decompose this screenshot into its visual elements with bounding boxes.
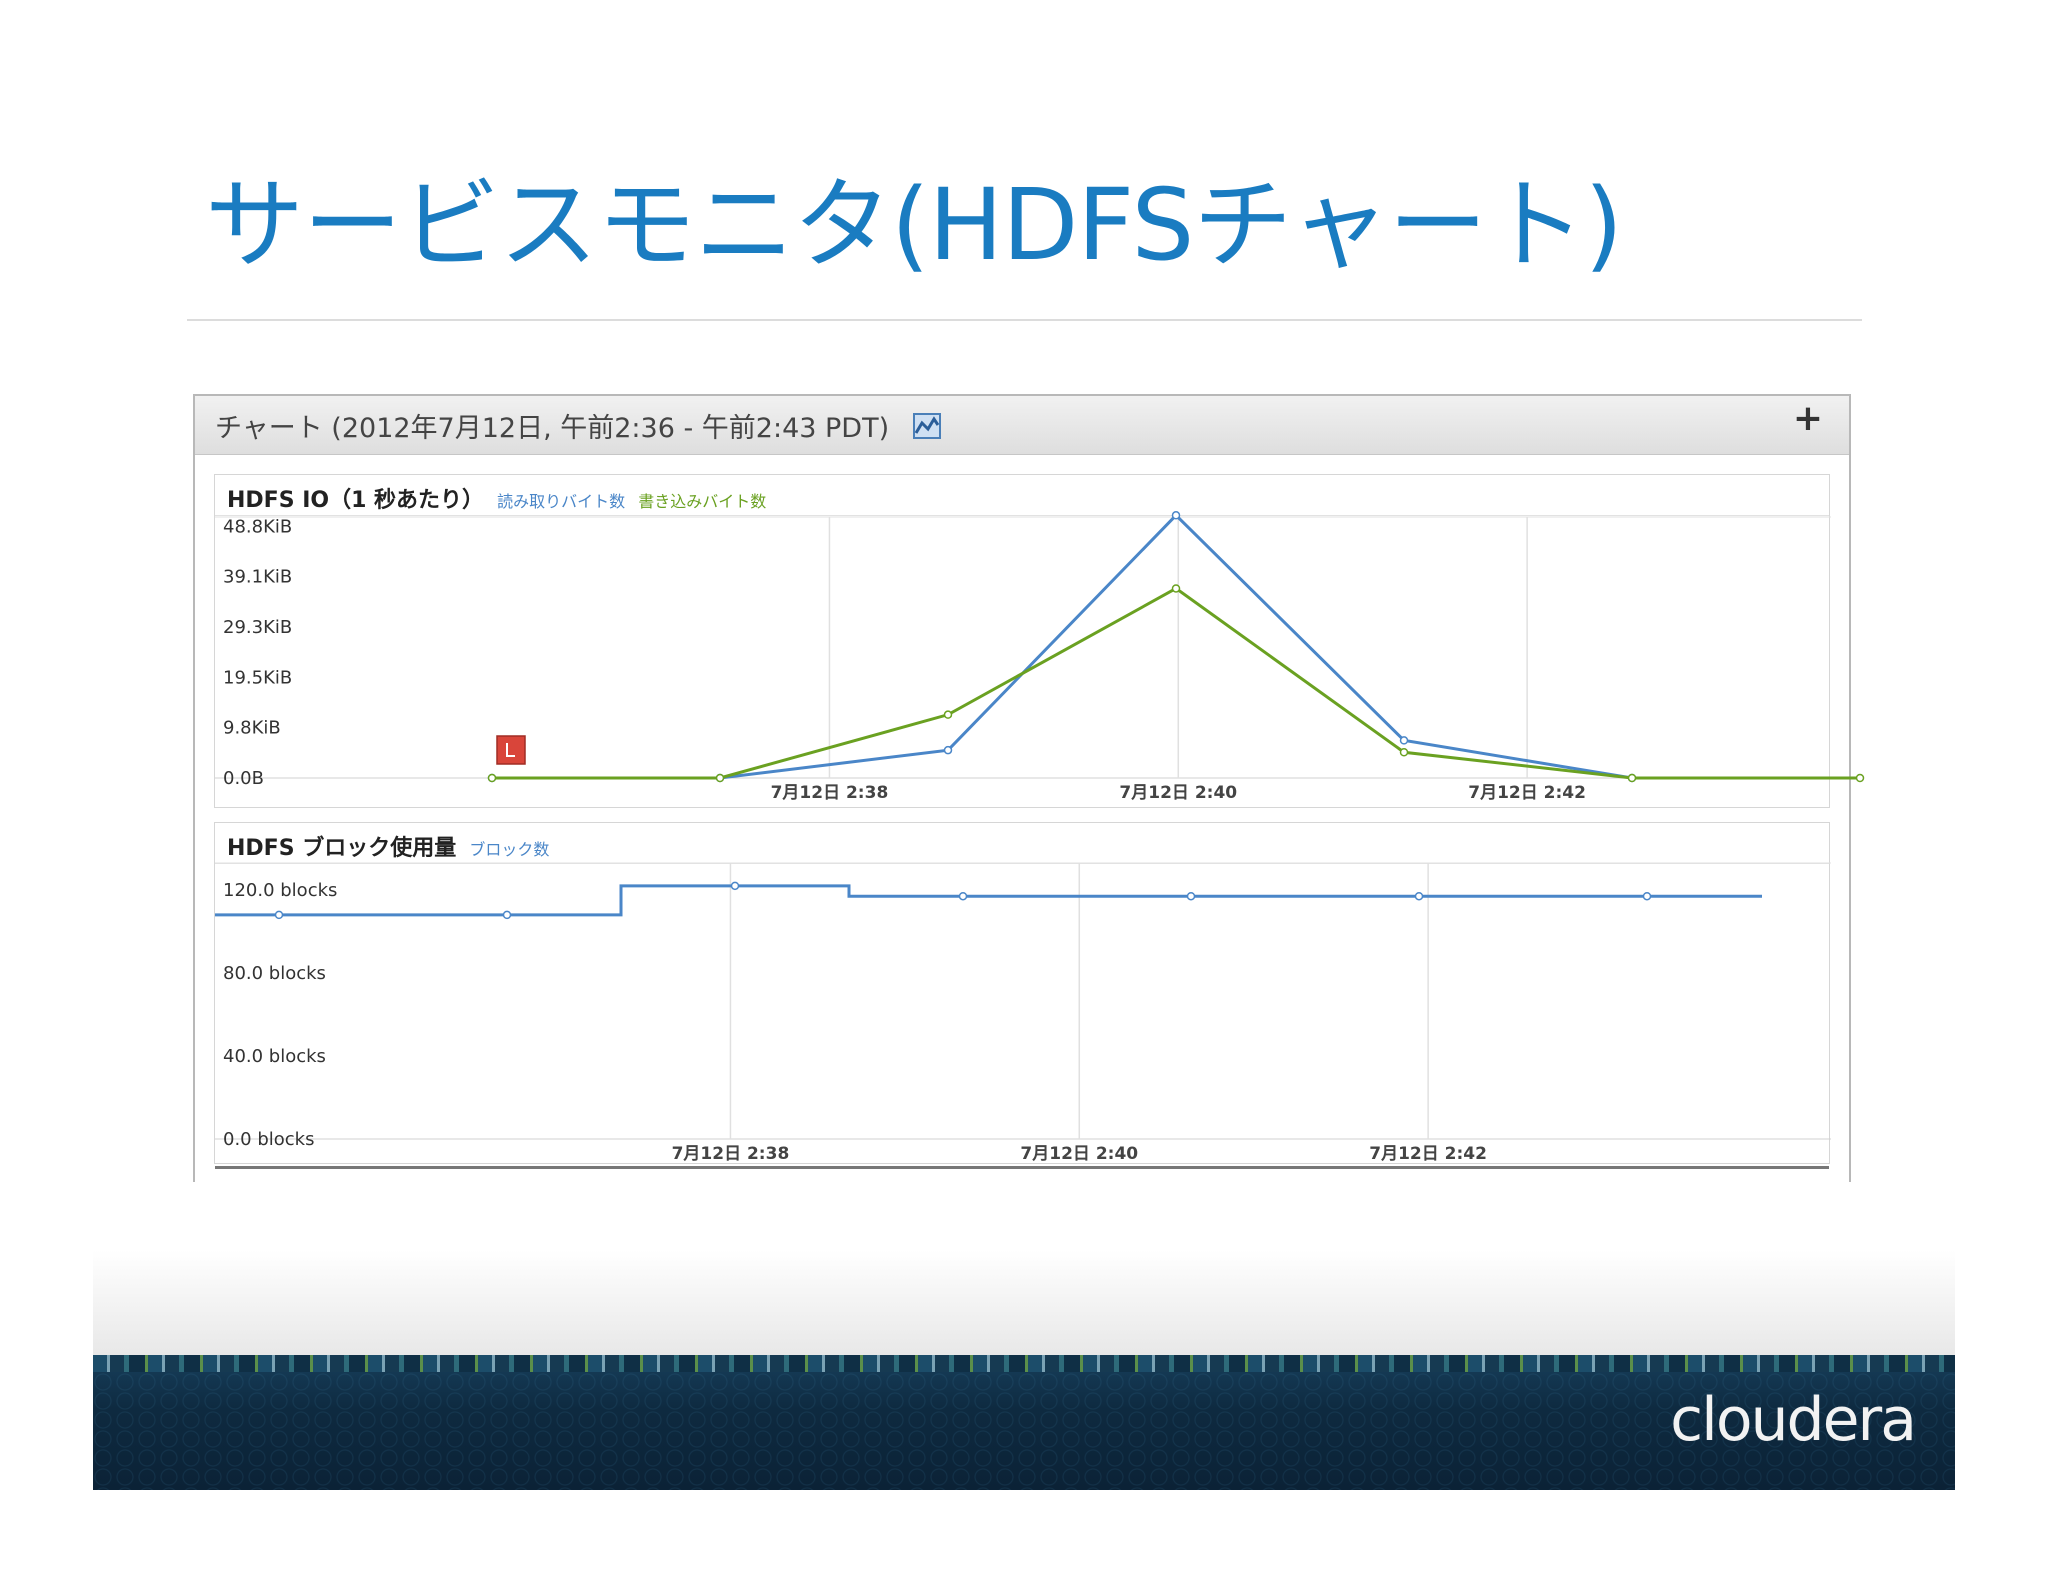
- footer-banner: cloudera: [93, 1355, 1955, 1490]
- cloudera-logo: cloudera: [1670, 1385, 1917, 1455]
- blocks-x-tick-label: 7月12日 2:38: [672, 1144, 790, 1164]
- blocks-x-tick-label: 7月12日 2:40: [1020, 1144, 1138, 1164]
- io-y-tick-label: 48.8KiB: [223, 517, 292, 538]
- io-data-point[interactable]: [1627, 773, 1637, 783]
- title-divider: [187, 319, 1862, 321]
- footer-texture-strip: [93, 1355, 1955, 1372]
- hdfs-io-chart: 7月12日 2:38 7月12日 2:40 7月12日 2:42 0.0B 9.8KiB…: [215, 511, 1865, 803]
- io-x-tick-label: 7月12日 2:42: [1468, 783, 1586, 803]
- blocks-series-line-1: [215, 884, 1762, 917]
- io-y-tick-label: 0.0B: [223, 768, 264, 789]
- slide-title: サービスモニタ(HDFSチャート): [205, 168, 1623, 283]
- blocks-y-tick-label: 80.0 blocks: [223, 963, 326, 984]
- blocks-y-tick-label: 40.0 blocks: [223, 1046, 326, 1067]
- blocks-x-tick-label: 7月12日 2:42: [1369, 1144, 1487, 1164]
- io-data-point[interactable]: [1171, 511, 1181, 520]
- io-data-point[interactable]: [1855, 773, 1865, 783]
- io-y-tick-label: 39.1KiB: [223, 567, 292, 588]
- chart-window-header: チャート (2012年7月12日, 午前2:36 - 午前2:43 PDT) +: [195, 396, 1849, 455]
- io-y-tick-label: 9.8KiB: [223, 718, 281, 739]
- io-x-tick-label: 7月12日 2:40: [1119, 783, 1237, 803]
- io-y-tick-label: 29.3KiB: [223, 617, 292, 638]
- add-chart-button[interactable]: +: [1793, 398, 1823, 439]
- blocks-y-tick-label: 0.0 blocks: [223, 1129, 315, 1150]
- blocks-y-tick-label: 120.0 blocks: [223, 880, 337, 901]
- hdfs-blocks-panel: HDFS ブロック使用量 ブロック数 7月12日 2:38 7月12日 2:40 7…: [214, 822, 1831, 1164]
- io-y-tick-label: 19.5KiB: [223, 668, 292, 689]
- blocks-data-point[interactable]: [1186, 891, 1196, 901]
- blocks-data-point[interactable]: [502, 910, 512, 920]
- hdfs-io-panel: HDFS IO（1 秒あたり） 読み取りバイト数 書き込みバイト数 7月12日 …: [214, 474, 1865, 808]
- blocks-data-point[interactable]: [1414, 891, 1424, 901]
- io-data-point[interactable]: [943, 745, 953, 755]
- io-data-point[interactable]: [1399, 736, 1409, 745]
- footer-fade: [93, 1250, 1955, 1355]
- io-data-point[interactable]: [1399, 747, 1409, 757]
- panel-bottom-border: [215, 1166, 1829, 1169]
- blocks-data-point[interactable]: [274, 910, 284, 920]
- chart-window: チャート (2012年7月12日, 午前2:36 - 午前2:43 PDT) +…: [193, 394, 1865, 1182]
- hdfs-blocks-chart: 7月12日 2:38 7月12日 2:40 7月12日 2:42 0.0 blocks…: [215, 862, 1831, 1164]
- event-marker[interactable]: [496, 735, 526, 765]
- time-range-title: チャート (2012年7月12日, 午前2:36 - 午前2:43 PDT): [215, 413, 890, 444]
- io-data-point[interactable]: [1171, 584, 1181, 593]
- io-series-line-1: [492, 513, 1633, 780]
- io-data-point[interactable]: [943, 710, 953, 719]
- io-data-point[interactable]: [487, 773, 497, 783]
- blocks-data-point[interactable]: [730, 881, 740, 891]
- chart-icon[interactable]: [913, 413, 941, 439]
- blocks-data-point[interactable]: [1642, 891, 1652, 901]
- io-x-tick-label: 7月12日 2:38: [771, 783, 889, 803]
- io-series-line-2: [492, 586, 1860, 780]
- blocks-data-point[interactable]: [958, 891, 968, 901]
- io-data-point[interactable]: [715, 773, 725, 783]
